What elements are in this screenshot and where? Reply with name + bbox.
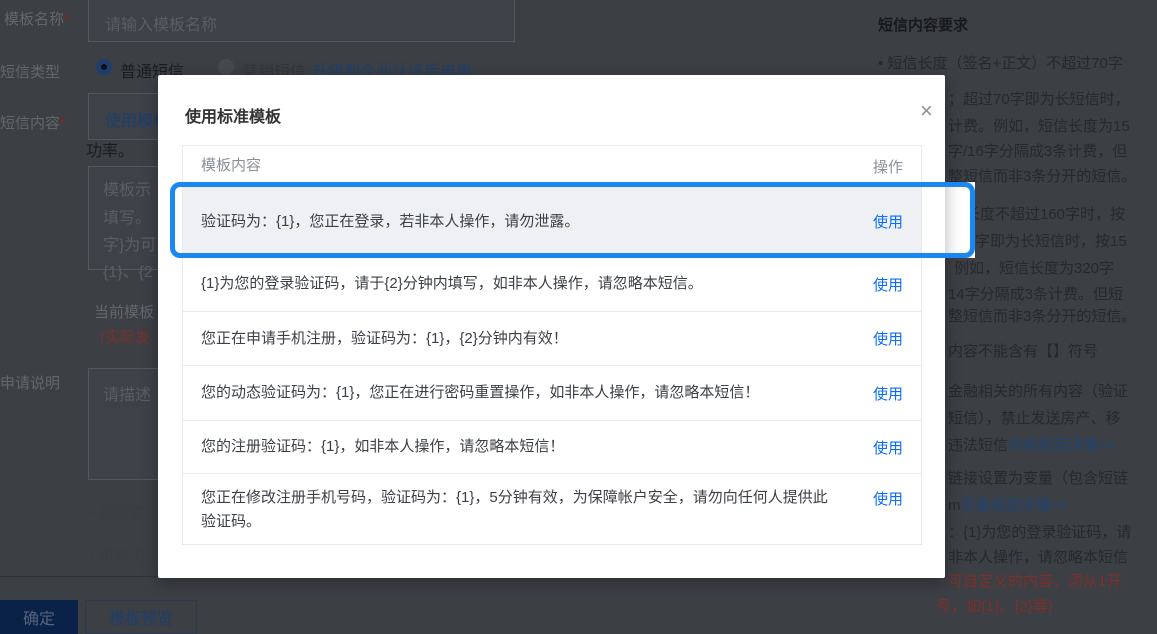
example-placeholder-line: 填写。 [103, 210, 152, 227]
radio-marketing-sms-icon [218, 59, 234, 75]
required-mark: * [60, 115, 66, 132]
use-link[interactable]: 使用 [853, 474, 921, 509]
template-content-cell: 您的动态验证码为：{1}，您正在进行密码重置操作，如非本人操作，请忽略本短信！ [201, 384, 760, 401]
sidebar-title: 短信内容要求 [878, 17, 969, 34]
sidebar-line: 整短信而非3条分开的短信。 [948, 168, 1137, 185]
table-row[interactable]: 您正在申请手机注册，验证码为：{1}，{2}分钟内有效！ 使用 [183, 311, 921, 365]
sidebar-line: 链接设置为变量（包含短链 [948, 470, 1129, 487]
sidebar-line: 非本人操作，请忽略本短信 [948, 549, 1129, 566]
annotation-highlight-rect [170, 182, 975, 258]
sidebar-line: 金融相关的所有内容（验证 [948, 383, 1129, 400]
template-name-label: 模板名称* [4, 11, 70, 28]
table-row[interactable]: 您的动态验证码为：{1}，您正在进行密码重置操作，如非本人操作，请忽略本短信！ … [183, 365, 921, 420]
sms-content-label: 短信内容* [0, 115, 66, 132]
rate-text: 功率。 [86, 143, 135, 160]
modal-title: 使用标准模板 [185, 109, 282, 126]
note-line: • 模板提 [90, 505, 145, 522]
use-link[interactable]: 使用 [853, 328, 921, 349]
sidebar-line: 内容不能含有【】符号 [948, 343, 1099, 360]
sidebar-line: 整短信而非3条分开的短信。 [948, 308, 1137, 325]
confirm-button[interactable]: 确定 [0, 600, 78, 634]
variable-rules-link[interactable]: 变量规范详情>> [961, 497, 1069, 514]
example-placeholder-line: 字}为可 [103, 237, 157, 254]
sidebar-line: 计费。例如，短信长度为15 [948, 118, 1130, 135]
template-name-input[interactable]: 请输入模板名称 [88, 0, 515, 42]
sidebar-line: 14字分隔成3条计费。但短 [948, 286, 1124, 303]
use-link[interactable]: 使用 [853, 383, 921, 404]
sidebar-line: ：{1}为您的登录验证码，请 [948, 524, 1132, 541]
sidebar-line: 短信），禁止发送房产、移 [948, 410, 1121, 427]
template-content-cell: 您的注册验证码：{1}，如非本人操作，请忽略本短信！ [201, 438, 565, 455]
sms-type-label: 短信类型 [0, 64, 61, 81]
table-row[interactable]: 您的注册验证码：{1}，如非本人操作，请忽略本短信！ 使用 [183, 420, 921, 473]
template-content-cell: 您正在申请手机注册，验证码为：{1}，{2}分钟内有效！ [201, 329, 568, 347]
sidebar-line-red: 可自定义的内容，须从1开 [948, 573, 1122, 590]
example-placeholder-line: {1}、{2 [103, 264, 153, 281]
sidebar-line: m变量规范详情>> [948, 497, 1069, 514]
sidebar-line: 信长度不超过160字时，按 [950, 206, 1126, 223]
apply-note-label: 申请说明 [0, 375, 61, 392]
template-content-cell: {1}为您的登录验证码，请于{2}分钟内填写，如非本人操作，请忽略本短信。 [201, 275, 703, 292]
sidebar-line-red: 号，如{1}、{2}等) [936, 598, 1053, 615]
current-template-text: 当前模板 [94, 304, 155, 321]
sidebar-line: 字/16字分隔成3条计费，但 [948, 143, 1128, 160]
use-standard-template-modal: 使用标准模板 × 模板内容 操作 验证码为：{1}，您正在登录，若非本人操作，请… [158, 75, 945, 578]
header-template-content: 模板内容 [201, 157, 262, 174]
sidebar-line: ；超过70字即为长短信时， [948, 91, 1130, 108]
close-icon[interactable]: × [920, 100, 933, 122]
table-row[interactable]: 您正在修改注册手机号码，验证码为：{1}，5分钟有效，为保障帐户安全，请勿向任何… [183, 473, 921, 545]
example-placeholder-line: 模板示 [103, 182, 152, 199]
confirm-button-label: 确定 [22, 611, 55, 628]
required-mark: * [64, 11, 70, 28]
use-link[interactable]: 使用 [853, 437, 921, 458]
table-row[interactable]: {1}为您的登录验证码，请于{2}分钟内填写，如非本人操作，请忽略本短信。 使用 [183, 256, 921, 311]
content-rules-link[interactable]: 内容规范详情>> [1008, 437, 1116, 454]
radio-normal-sms-icon[interactable] [96, 59, 112, 75]
table-header-row: 模板内容 操作 [183, 146, 921, 186]
use-link[interactable]: 使用 [853, 274, 921, 295]
header-action: 操作 [872, 158, 903, 176]
sidebar-line: 例如，短信长度为320字 [954, 260, 1115, 277]
preview-button-label: 模板预览 [108, 611, 173, 628]
sidebar-line: 违法短信内容规范详情>> [948, 437, 1116, 454]
page: { "colors": { "accent_blue": "#006eff", … [0, 0, 1157, 634]
preview-button[interactable]: 模板预览 [85, 600, 197, 634]
apply-note-placeholder: 请描述 [103, 387, 152, 404]
note-line: • 审核工 [90, 547, 145, 564]
template-content-cell: 您正在修改注册手机号码，验证码为：{1}，5分钟有效，为保障帐户安全，请勿向任何… [201, 488, 828, 530]
sidebar-line: • 短信长度（签名+正文）不超过70字 [878, 55, 1123, 72]
actual-send-text: (实际发 [100, 329, 150, 346]
sidebar-line: 160字即为长短信时，按15 [950, 233, 1127, 250]
template-name-placeholder: 请输入模板名称 [105, 17, 218, 34]
